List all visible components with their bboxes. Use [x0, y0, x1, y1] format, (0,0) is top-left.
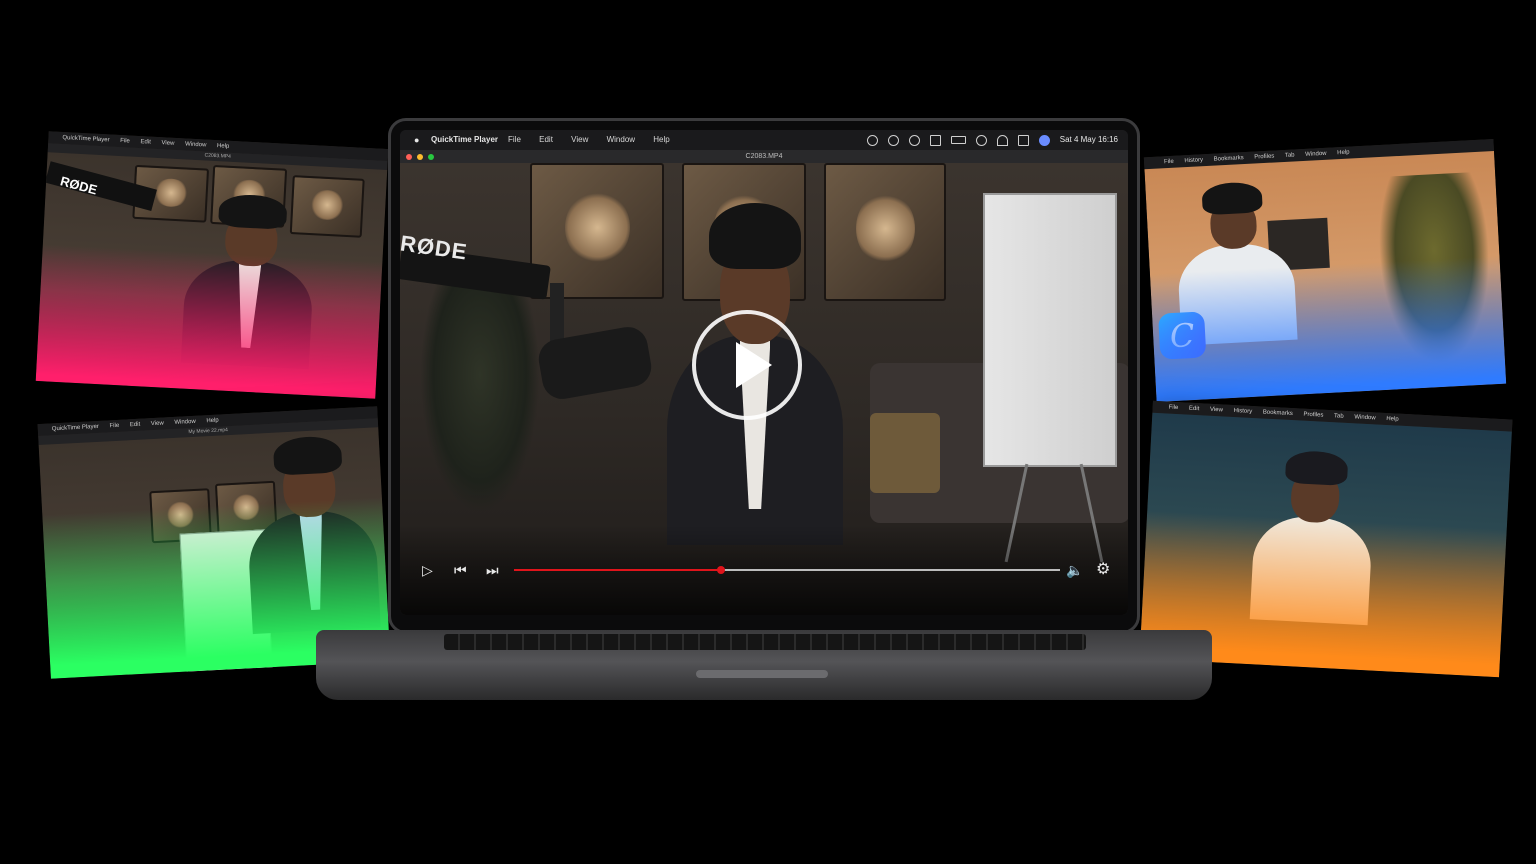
- menu-edit[interactable]: Edit: [539, 135, 553, 144]
- skip-forward-icon[interactable]: ⏭: [486, 563, 499, 577]
- window-title: C2083.MP4: [745, 153, 783, 160]
- close-button[interactable]: [406, 154, 412, 160]
- menu-help[interactable]: Help: [1386, 416, 1399, 423]
- menu-app[interactable]: QuickTime Player: [52, 424, 99, 432]
- menu-help[interactable]: Help: [217, 143, 230, 150]
- painting: [824, 163, 946, 301]
- screen-mirror-icon[interactable]: [1017, 134, 1029, 146]
- play-icon[interactable]: ▷: [422, 563, 433, 577]
- menu-tab[interactable]: Tab: [1334, 413, 1344, 419]
- menu-file[interactable]: File: [120, 138, 130, 144]
- menu-file[interactable]: File: [508, 135, 521, 144]
- menu-window[interactable]: Window: [174, 419, 196, 426]
- laptop-base: [316, 630, 1212, 700]
- wifi-icon[interactable]: [996, 134, 1008, 146]
- keyboard-icon[interactable]: [929, 134, 941, 146]
- progress-fill: [514, 569, 722, 571]
- laptop-lid: ● QuickTime Player File Edit View Window…: [388, 118, 1140, 634]
- menu-help[interactable]: Help: [1337, 150, 1350, 157]
- siri-icon[interactable]: [887, 134, 899, 146]
- laptop: ● QuickTime Player File Edit View Window…: [316, 118, 1212, 703]
- pillow: [870, 413, 940, 493]
- keyboard: [444, 634, 1086, 650]
- menu-bookmarks[interactable]: Bookmarks: [1263, 410, 1293, 418]
- menu-bookmarks[interactable]: Bookmarks: [1214, 155, 1244, 163]
- plant: [420, 283, 540, 513]
- volume-icon[interactable]: 🔈: [1066, 563, 1083, 577]
- macos-menubar: ● QuickTime Player File Edit View Window…: [400, 130, 1128, 150]
- trackpad-notch: [696, 670, 828, 678]
- menu-window[interactable]: Window: [607, 135, 635, 144]
- flipchart: [983, 193, 1117, 467]
- video-frame[interactable]: RØDE ▷ ⏮ ⏭ 🔈 ⚙: [400, 163, 1128, 615]
- menu-edit[interactable]: Edit: [140, 139, 151, 146]
- screen-time-icon[interactable]: [908, 134, 920, 146]
- spotlight-icon[interactable]: [975, 134, 987, 146]
- menu-help[interactable]: Help: [653, 135, 669, 144]
- settings-icon[interactable]: ⚙: [1096, 562, 1110, 578]
- skip-back-icon[interactable]: ⏮: [454, 563, 467, 577]
- painting: [530, 163, 664, 299]
- progress-track[interactable]: [514, 566, 1060, 574]
- playback-controls: ▷ ⏮ ⏭ 🔈 ⚙: [400, 525, 1128, 615]
- play-overlay-button[interactable]: [692, 310, 802, 420]
- menubar-clock[interactable]: Sat 4 May 16:16: [1060, 130, 1118, 150]
- menu-profiles[interactable]: Profiles: [1303, 412, 1323, 419]
- menu-view[interactable]: View: [151, 420, 164, 427]
- user-icon[interactable]: [1038, 134, 1050, 146]
- menu-window[interactable]: Window: [185, 141, 207, 148]
- menu-window[interactable]: Window: [1305, 151, 1327, 158]
- menu-view[interactable]: View: [571, 135, 588, 144]
- menu-help[interactable]: Help: [206, 418, 219, 425]
- laptop-screen: ● QuickTime Player File Edit View Window…: [400, 130, 1128, 615]
- menu-window[interactable]: Window: [1354, 414, 1376, 421]
- menu-edit[interactable]: Edit: [130, 422, 141, 429]
- battery-icon[interactable]: [950, 136, 966, 144]
- menu-app[interactable]: QuickTime Player: [62, 135, 109, 143]
- menu-view[interactable]: View: [161, 140, 174, 147]
- zoom-button[interactable]: [428, 154, 434, 160]
- apple-menu-icon[interactable]: ●: [414, 130, 419, 150]
- menu-tab[interactable]: Tab: [1285, 152, 1295, 158]
- window-titlebar: C2083.MP4: [400, 150, 1128, 163]
- progress-handle[interactable]: [717, 566, 726, 574]
- minimize-button[interactable]: [417, 154, 423, 160]
- menu-history[interactable]: History: [1233, 408, 1252, 415]
- control-center-icon[interactable]: [866, 134, 878, 146]
- menu-app-name[interactable]: QuickTime Player: [431, 130, 498, 150]
- menu-profiles[interactable]: Profiles: [1254, 153, 1274, 160]
- menu-file[interactable]: File: [109, 423, 119, 429]
